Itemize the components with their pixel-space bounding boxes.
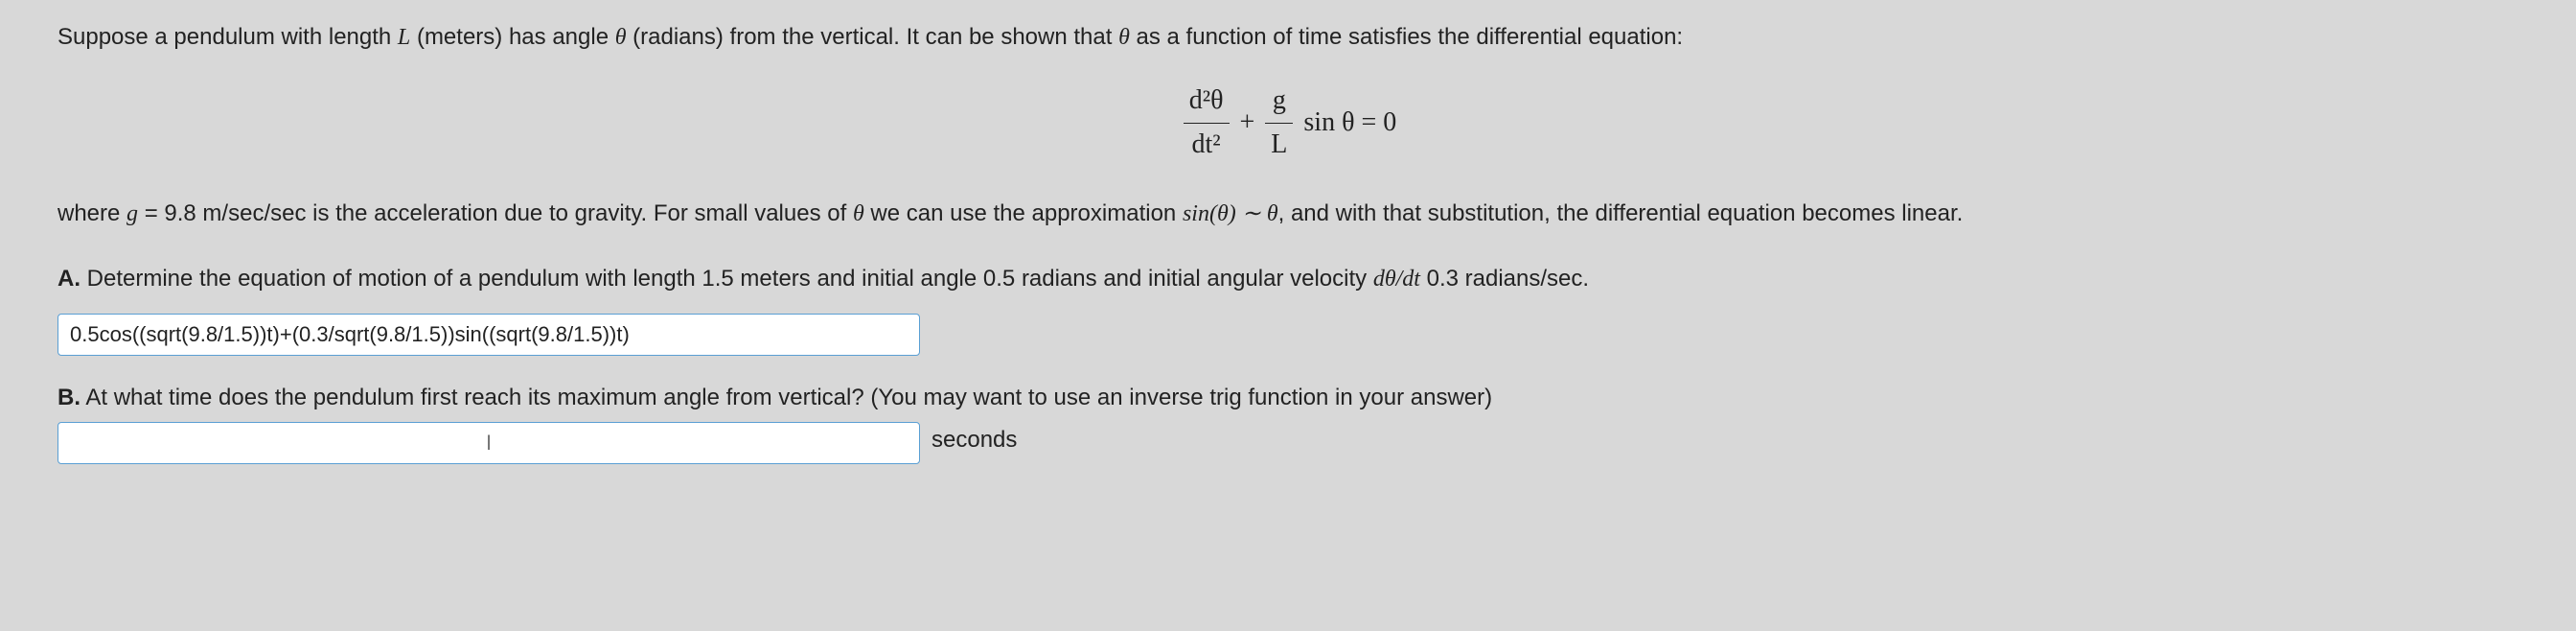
part-b-input[interactable] — [58, 422, 920, 464]
eq-num2: g — [1265, 80, 1293, 124]
where-end: , and with that substitution, the differ… — [1278, 200, 1964, 226]
fraction-2: g L — [1265, 80, 1293, 167]
var-g: g — [126, 201, 138, 226]
intro-prefix: Suppose a pendulum with length — [58, 24, 398, 50]
where-eqval: = 9.8 — [138, 200, 196, 226]
eq-den2: L — [1265, 124, 1293, 167]
where-theta: θ — [853, 201, 864, 226]
eq-plus: + — [1233, 107, 1262, 137]
where-units: m/sec/sec is the acceleration due to gra… — [196, 200, 853, 226]
intro-afterTheta: (radians) from the vertical. It can be s… — [627, 24, 1119, 50]
part-a-dtheta: dθ/dt — [1373, 267, 1420, 292]
part-b-label: B. — [58, 385, 80, 410]
part-a-end: 0.3 radians/sec. — [1420, 266, 1589, 292]
var-theta2: θ — [1118, 25, 1130, 50]
intro-afterL: (meters) has angle — [410, 24, 614, 50]
part-b-text: At what time does the pendulum first rea… — [80, 385, 1492, 410]
eq-den1: dt² — [1184, 124, 1230, 167]
intro-end: as a function of time satisfies the diff… — [1130, 24, 1683, 50]
part-a-label: A. — [58, 266, 80, 292]
part-a-input[interactable] — [58, 314, 920, 356]
var-theta: θ — [615, 25, 627, 50]
part-a-text: Determine the equation of motion of a pe… — [80, 266, 1373, 292]
differential-equation: d²θ dt² + g L sin θ = 0 — [58, 80, 2518, 167]
eq-sin: sin θ = 0 — [1297, 107, 1396, 137]
where-prefix: where — [58, 200, 126, 226]
where-text: where g = 9.8 m/sec/sec is the accelerat… — [58, 196, 2518, 232]
eq-num1: d²θ — [1184, 80, 1230, 124]
seconds-label: seconds — [932, 422, 1017, 458]
var-L: L — [398, 25, 410, 50]
fraction-1: d²θ dt² — [1184, 80, 1230, 167]
part-a-prompt: A. Determine the equation of motion of a… — [58, 261, 2518, 297]
part-b-row: seconds — [58, 416, 2518, 464]
where-mid: we can use the approximation — [864, 200, 1183, 226]
intro-text: Suppose a pendulum with length L (meters… — [58, 19, 2518, 56]
part-b-prompt: B. At what time does the pendulum first … — [58, 380, 2518, 416]
where-approx: sin(θ) ∼ θ — [1183, 201, 1278, 226]
